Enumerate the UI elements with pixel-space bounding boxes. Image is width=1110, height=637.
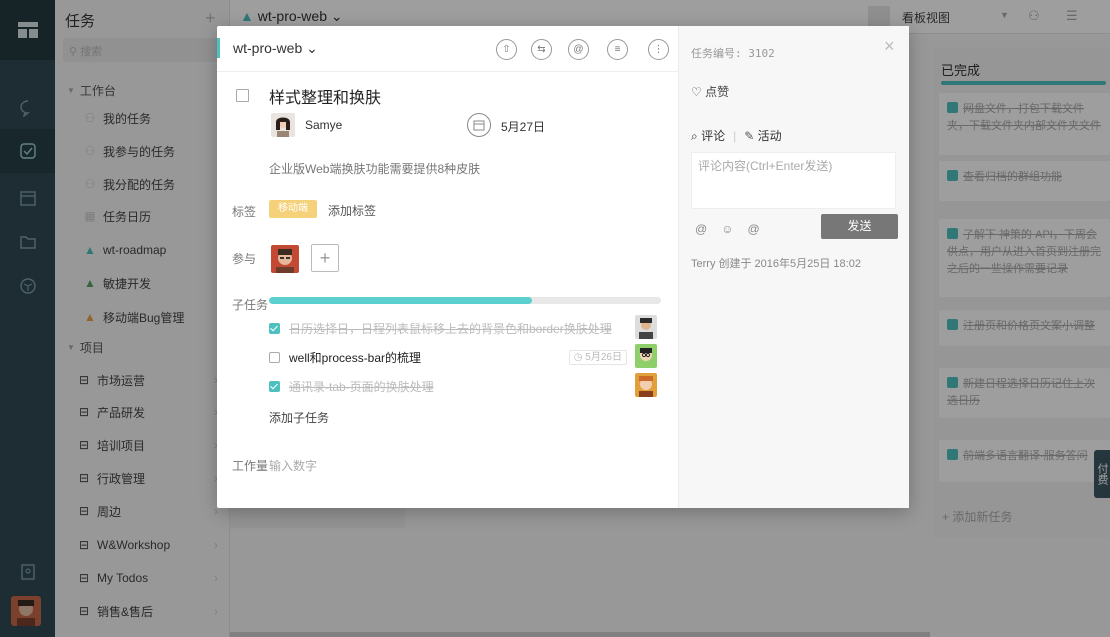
- task-description[interactable]: 企业版Web端换肤功能需要提供8种皮肤: [269, 160, 480, 177]
- subtasks-progress-bar: [269, 297, 661, 304]
- tab-comments[interactable]: 评论: [701, 129, 725, 143]
- add-participant-button[interactable]: +: [311, 244, 339, 272]
- subtasks-label: 子任务: [232, 298, 269, 312]
- tags-label: 标签: [232, 205, 257, 219]
- move-icon[interactable]: ⇆: [531, 39, 552, 60]
- task-id: 任务编号: 3102: [691, 47, 775, 60]
- subtask-row[interactable]: 通讯录-tab-页面的换肤处理: [269, 373, 661, 399]
- subtask-assignee-avatar[interactable]: [635, 315, 657, 339]
- subtask-row[interactable]: well和process-bar的梳理 ◷ 5月26日: [269, 344, 661, 370]
- subtasks-progress-fill: [269, 297, 532, 304]
- attachment-icon[interactable]: @: [695, 222, 707, 236]
- close-icon[interactable]: ×: [884, 36, 895, 57]
- modal-header: wt-pro-web ⌄ ⇧ ⇆ @ ≡ ⋮: [217, 26, 678, 72]
- activity-entry: Terry 创建于 2016年5月25日 18:02: [691, 258, 861, 270]
- workload-input[interactable]: 输入数字: [269, 457, 317, 474]
- checkbox-checked-icon[interactable]: [269, 380, 280, 392]
- task-detail-modal: wt-pro-web ⌄ ⇧ ⇆ @ ≡ ⋮ 样式整理和换肤 Samye 5月2…: [217, 26, 909, 508]
- comment-activity-tabs: ⌕ 评论 | ✎ 活动: [691, 129, 782, 143]
- attachment-icon[interactable]: @: [568, 39, 589, 60]
- subtask-text[interactable]: 通讯录-tab-页面的换肤处理: [289, 378, 434, 395]
- task-complete-checkbox[interactable]: [236, 89, 249, 102]
- participants-label: 参与: [232, 252, 257, 266]
- calendar-icon[interactable]: [467, 113, 491, 137]
- like-button[interactable]: ♡ 点赞: [691, 83, 729, 100]
- subtask-text[interactable]: well和process-bar的梳理: [289, 349, 421, 366]
- emoji-icon[interactable]: ☺: [721, 222, 733, 236]
- assignee-name[interactable]: Samye: [305, 118, 342, 132]
- due-date[interactable]: 5月27日: [501, 118, 545, 135]
- subtask-due-date[interactable]: ◷ 5月26日: [568, 350, 627, 365]
- task-detail-side: 任务编号: 3102 × ♡ 点赞 ⌕ 评论 | ✎ 活动 评论内容(Ctrl+En…: [678, 26, 909, 508]
- tag-icon[interactable]: ≡: [607, 39, 628, 60]
- mention-icon[interactable]: @: [747, 222, 759, 236]
- assignee-avatar[interactable]: [271, 113, 295, 137]
- comment-input[interactable]: 评论内容(Ctrl+Enter发送): [691, 152, 896, 209]
- subtask-assignee-avatar[interactable]: [635, 344, 657, 368]
- participant-avatar[interactable]: [271, 245, 299, 273]
- subtask-text[interactable]: 日历选择日，日程列表鼠标移上去的背景色和border换肤处理: [289, 320, 612, 337]
- checkbox-empty-icon[interactable]: [269, 351, 280, 363]
- comment-icon: ⌕: [691, 129, 702, 143]
- upload-icon[interactable]: ⇧: [496, 39, 517, 60]
- subtask-row[interactable]: 日历选择日，日程列表鼠标移上去的背景色和border换肤处理: [269, 315, 661, 341]
- accent-bar: [217, 38, 220, 58]
- comment-tools: @ ☺ @: [695, 222, 774, 236]
- add-tag-button[interactable]: 添加标签: [328, 202, 376, 219]
- more-icon[interactable]: ⋮: [648, 39, 669, 60]
- modal-project-switcher[interactable]: wt-pro-web ⌄: [233, 40, 318, 57]
- tab-activity[interactable]: 活动: [758, 129, 782, 143]
- subtask-assignee-avatar[interactable]: [635, 373, 657, 397]
- workload-label: 工作量: [232, 459, 269, 473]
- add-subtask-button[interactable]: 添加子任务: [269, 409, 329, 426]
- task-detail-main: wt-pro-web ⌄ ⇧ ⇆ @ ≡ ⋮ 样式整理和换肤 Samye 5月2…: [217, 26, 678, 508]
- send-button[interactable]: 发送: [821, 214, 898, 239]
- checkbox-checked-icon[interactable]: [269, 322, 280, 334]
- activity-icon: ✎: [744, 129, 758, 143]
- task-title[interactable]: 样式整理和换肤: [269, 84, 381, 108]
- tag-badge[interactable]: 移动端: [269, 200, 317, 218]
